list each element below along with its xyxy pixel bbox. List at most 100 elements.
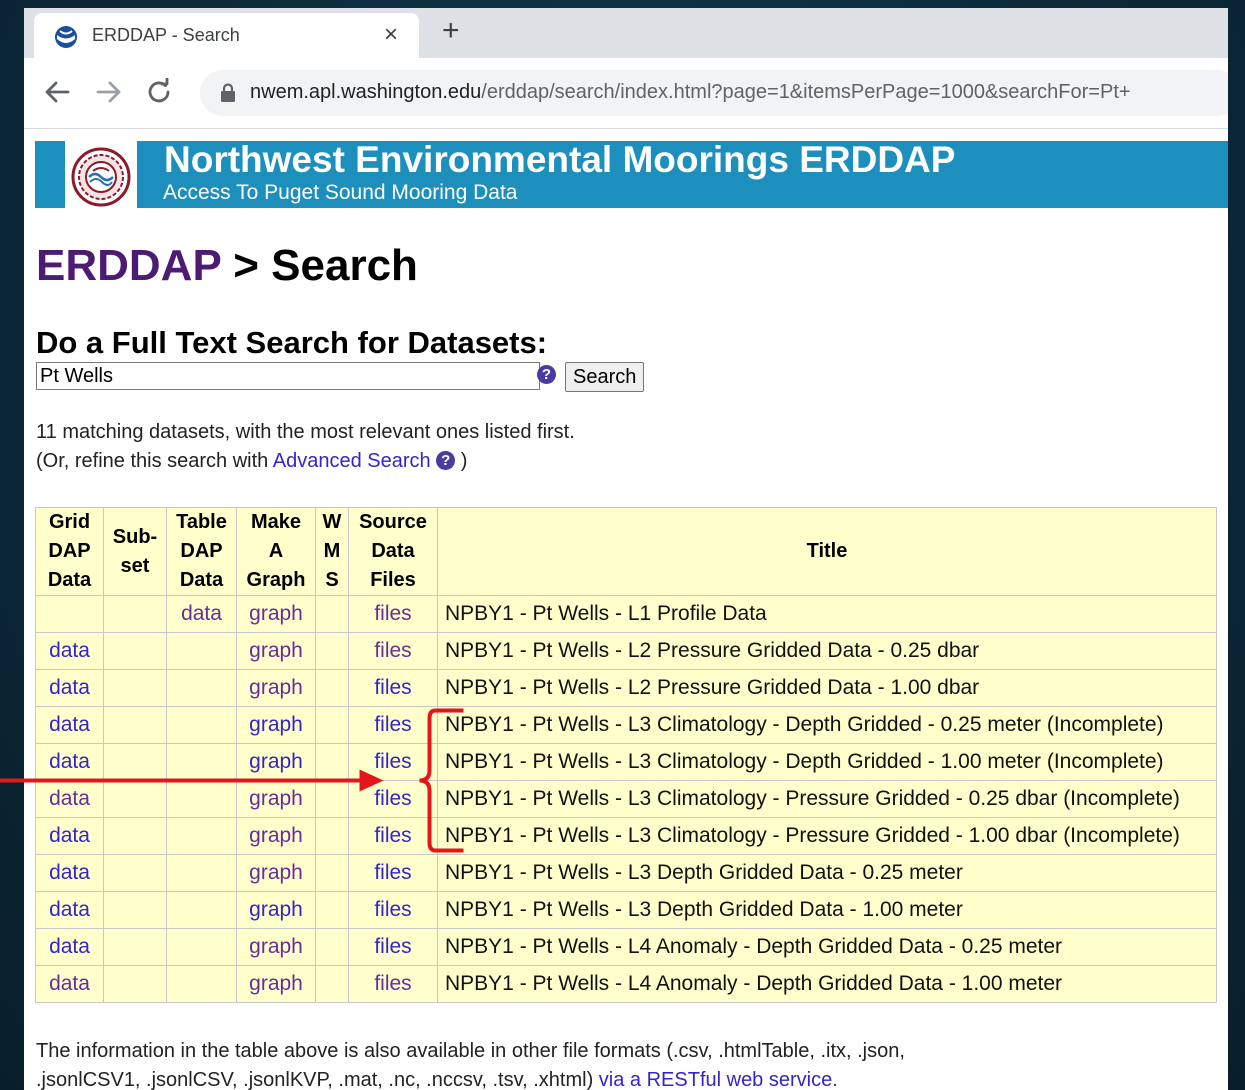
graph-link[interactable]: graph [249, 713, 303, 736]
graph-link[interactable]: graph [249, 935, 303, 958]
cell-tabledap [166, 780, 237, 818]
table-row: data graph files NPBY1 - Pt Wells - L4 Anom… [35, 928, 1217, 966]
header-title: Title [437, 507, 1217, 596]
search-help-icon[interactable]: ? [537, 365, 556, 384]
graph-link[interactable]: graph [249, 824, 303, 847]
graph-link[interactable]: graph [249, 972, 303, 995]
cell-files: files [348, 595, 438, 633]
graph-link[interactable]: graph [249, 750, 303, 773]
cell-files: files [348, 669, 438, 707]
cell-subset [103, 854, 167, 892]
cell-graph: graph [236, 595, 316, 633]
cell-tabledap: data [166, 595, 237, 633]
header-tabledap: Table DAP Data [166, 507, 237, 596]
cell-griddap: data [35, 743, 104, 781]
cell-files: files [348, 632, 438, 670]
restful-web-service-link[interactable]: via a RESTful web service. [599, 1069, 838, 1090]
cell-title: NPBY1 - Pt Wells - L3 Climatology - Pres… [437, 817, 1217, 855]
cell-title: NPBY1 - Pt Wells - L3 Climatology - Dept… [437, 706, 1217, 744]
cell-subset [103, 632, 167, 670]
header-subset: Sub-set [103, 507, 167, 596]
tab-title: ERDDAP - Search [92, 25, 240, 45]
cell-wms [315, 706, 349, 744]
table-row: data graph files NPBY1 - Pt Wells - L2 Pres… [35, 669, 1217, 707]
cell-wms [315, 891, 349, 929]
cell-graph: graph [236, 706, 316, 744]
forward-arrow-icon[interactable] [90, 74, 126, 110]
cell-griddap: data [35, 632, 104, 670]
files-link[interactable]: files [374, 861, 411, 884]
files-link[interactable]: files [374, 602, 411, 625]
griddap-link[interactable]: data [49, 676, 90, 699]
nwem-logo-icon[interactable] [71, 147, 131, 207]
griddap-link[interactable]: data [49, 713, 90, 736]
griddap-link[interactable]: data [49, 824, 90, 847]
erddap-home-link[interactable]: ERDDAP [36, 241, 221, 290]
browser-tab[interactable]: ERDDAP - Search × [34, 13, 419, 58]
graph-link[interactable]: graph [249, 898, 303, 921]
files-link[interactable]: files [374, 824, 411, 847]
cell-title: NPBY1 - Pt Wells - L2 Pressure Gridded D… [437, 632, 1217, 670]
cell-tabledap [166, 891, 237, 929]
griddap-link[interactable]: data [49, 787, 90, 810]
files-link[interactable]: files [374, 972, 411, 995]
new-tab-icon[interactable]: + [442, 14, 460, 48]
tabledap-link[interactable]: data [181, 602, 222, 625]
result-count: 11 matching datasets, with the most rele… [36, 421, 575, 443]
cell-title: NPBY1 - Pt Wells - L3 Depth Gridded Data… [437, 854, 1217, 892]
graph-link[interactable]: graph [249, 861, 303, 884]
url-text: nwem.apl.washington.edu/erddap/search/in… [250, 81, 1131, 104]
cell-graph: graph [236, 780, 316, 818]
lock-icon[interactable] [220, 83, 236, 103]
url-path: /erddap/search/index.html?page=1&itemsPe… [481, 81, 1131, 103]
griddap-link[interactable]: data [49, 639, 90, 662]
search-input[interactable] [36, 362, 540, 390]
address-bar[interactable]: nwem.apl.washington.edu/erddap/search/in… [200, 70, 1228, 116]
files-link[interactable]: files [374, 713, 411, 736]
header-griddap: Grid DAP Data [35, 507, 104, 596]
graph-link[interactable]: graph [249, 676, 303, 699]
graph-link[interactable]: graph [249, 602, 303, 625]
griddap-link[interactable]: data [49, 898, 90, 921]
griddap-link[interactable]: data [49, 861, 90, 884]
cell-title: NPBY1 - Pt Wells - L3 Climatology - Pres… [437, 780, 1217, 818]
advanced-search-link[interactable]: Advanced Search [273, 450, 431, 472]
advanced-search-help-icon[interactable]: ? [436, 451, 456, 470]
header-wms: WMS [315, 507, 349, 596]
griddap-link[interactable]: data [49, 972, 90, 995]
cell-title: NPBY1 - Pt Wells - L3 Climatology - Dept… [437, 743, 1217, 781]
cell-graph: graph [236, 817, 316, 855]
cell-subset [103, 780, 167, 818]
files-link[interactable]: files [374, 898, 411, 921]
cell-wms [315, 632, 349, 670]
graph-link[interactable]: graph [249, 787, 303, 810]
cell-wms [315, 743, 349, 781]
cell-tabledap [166, 669, 237, 707]
griddap-link[interactable]: data [49, 935, 90, 958]
table-header-row: Grid DAP Data Sub-set Table DAP Data Make A Gr… [35, 507, 1217, 596]
results-table: Grid DAP Data Sub-set Table DAP Data Make A Gr… [35, 507, 1217, 1003]
griddap-link[interactable]: data [49, 750, 90, 773]
cell-subset [103, 669, 167, 707]
cell-tabledap [166, 965, 237, 1003]
tab-close-icon[interactable]: × [384, 21, 398, 49]
cell-tabledap [166, 706, 237, 744]
cell-subset [103, 595, 167, 633]
files-link[interactable]: files [374, 639, 411, 662]
files-link[interactable]: files [374, 935, 411, 958]
cell-wms [315, 780, 349, 818]
files-link[interactable]: files [374, 676, 411, 699]
files-link[interactable]: files [374, 750, 411, 773]
footer-formats-text-2: .jsonlCSV1, .jsonlCSV, .jsonlKVP, .mat, … [36, 1069, 599, 1090]
table-row: data graph files NPBY1 - Pt Wells - L3 Clim… [35, 780, 1217, 818]
results-body: data graph files NPBY1 - Pt Wells - L1 Prof… [35, 595, 1217, 1003]
cell-graph: graph [236, 743, 316, 781]
files-link[interactable]: files [374, 787, 411, 810]
back-arrow-icon[interactable] [40, 74, 76, 110]
cell-files: files [348, 854, 438, 892]
graph-link[interactable]: graph [249, 639, 303, 662]
cell-subset [103, 891, 167, 929]
cell-tabledap [166, 928, 237, 966]
reload-icon[interactable] [141, 74, 177, 110]
search-button[interactable]: Search [565, 362, 645, 392]
